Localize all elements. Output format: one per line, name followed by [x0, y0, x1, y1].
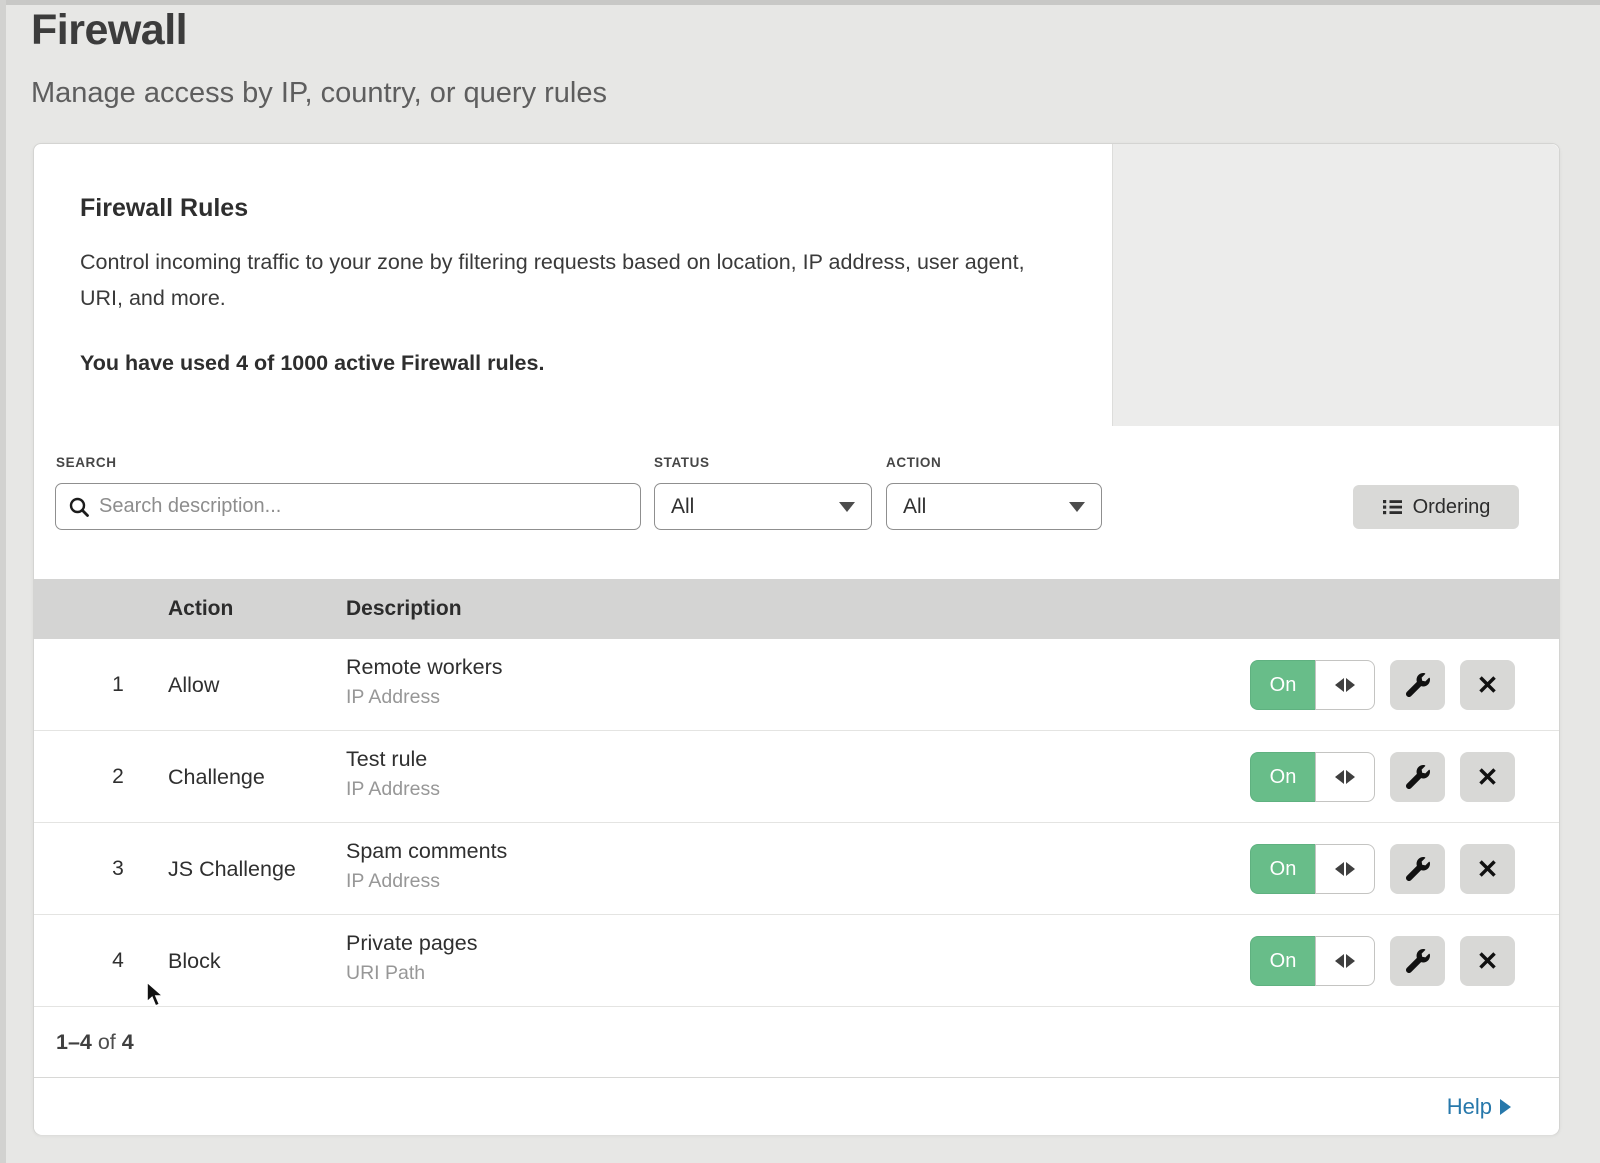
- status-label: STATUS: [654, 455, 710, 470]
- delete-rule-button[interactable]: ✕: [1460, 660, 1515, 710]
- edit-rule-button[interactable]: [1390, 660, 1445, 710]
- rule-description: Private pages: [346, 931, 477, 956]
- wrench-icon: [1406, 857, 1430, 881]
- window-left-edge: [0, 0, 6, 1163]
- rule-description: Spam comments: [346, 839, 507, 864]
- rule-action: Allow: [168, 639, 219, 731]
- left-right-arrows-icon: [1315, 660, 1375, 710]
- column-header-description: Description: [346, 597, 462, 621]
- left-right-arrows-icon: [1315, 844, 1375, 894]
- rules-usage-text: You have used 4 of 1000 active Firewall …: [80, 351, 544, 376]
- wrench-icon: [1406, 673, 1430, 697]
- edit-rule-button[interactable]: [1390, 752, 1445, 802]
- rule-priority: 1: [98, 639, 138, 731]
- delete-rule-button[interactable]: ✕: [1460, 844, 1515, 894]
- rule-enabled-toggle[interactable]: On: [1250, 752, 1375, 802]
- ordering-button-label: Ordering: [1413, 496, 1491, 519]
- table-row: 1 Allow Remote workers IP Address On ✕: [34, 639, 1559, 731]
- edit-rule-button[interactable]: [1390, 844, 1445, 894]
- left-right-arrows-icon: [1315, 752, 1375, 802]
- close-icon: ✕: [1477, 856, 1499, 882]
- search-input[interactable]: [99, 495, 628, 518]
- wrench-icon: [1406, 765, 1430, 789]
- pagination-of: of: [92, 1030, 122, 1054]
- filters-bar: SEARCH STATUS All ACTION All: [34, 426, 1559, 579]
- delete-rule-button[interactable]: ✕: [1460, 936, 1515, 986]
- table-header: Action Description: [34, 579, 1559, 639]
- column-header-action: Action: [168, 597, 233, 621]
- rule-enabled-toggle[interactable]: On: [1250, 936, 1375, 986]
- toggle-on-label: On: [1250, 844, 1315, 894]
- ordered-list-icon: [1382, 497, 1403, 517]
- toggle-on-label: On: [1250, 936, 1315, 986]
- rule-match-type: URI Path: [346, 962, 477, 985]
- firewall-rules-card: Create a Firewall rule Firewall Rules Co…: [33, 143, 1560, 1135]
- status-selected-value: All: [671, 495, 694, 519]
- toggle-on-label: On: [1250, 660, 1315, 710]
- chevron-down-icon: [839, 502, 855, 512]
- search-icon: [68, 496, 90, 518]
- rules-heading: Firewall Rules: [80, 194, 248, 223]
- chevron-down-icon: [1069, 502, 1085, 512]
- search-label: SEARCH: [56, 455, 117, 470]
- help-bar: Help: [34, 1078, 1559, 1135]
- mouse-cursor: [145, 981, 171, 1009]
- pagination-summary: 1–4 of 4: [56, 1030, 134, 1055]
- close-icon: ✕: [1477, 672, 1499, 698]
- window-top-edge: [0, 0, 1600, 5]
- edit-rule-button[interactable]: [1390, 936, 1445, 986]
- table-footer: 1–4 of 4: [34, 1007, 1559, 1078]
- table-row: 3 JS Challenge Spam comments IP Address …: [34, 823, 1559, 915]
- help-link[interactable]: Help: [1447, 1094, 1511, 1120]
- search-box[interactable]: [55, 483, 641, 530]
- delete-rule-button[interactable]: ✕: [1460, 752, 1515, 802]
- rule-action: Challenge: [168, 731, 265, 823]
- rule-match-type: IP Address: [346, 778, 440, 801]
- help-link-label: Help: [1447, 1094, 1492, 1120]
- toggle-on-label: On: [1250, 752, 1315, 802]
- status-select[interactable]: All: [654, 483, 872, 530]
- page-title: Firewall: [31, 6, 187, 55]
- action-selected-value: All: [903, 495, 926, 519]
- right-caret-icon: [1500, 1099, 1511, 1115]
- rule-action: Block: [168, 915, 221, 1007]
- create-rule-panel: Create a Firewall rule: [1112, 144, 1559, 426]
- rule-description: Test rule: [346, 747, 440, 772]
- table-row: 2 Challenge Test rule IP Address On ✕: [34, 731, 1559, 823]
- rules-summary-section: Create a Firewall rule Firewall Rules Co…: [34, 144, 1559, 426]
- wrench-icon: [1406, 949, 1430, 973]
- action-select[interactable]: All: [886, 483, 1102, 530]
- rule-match-type: IP Address: [346, 870, 507, 893]
- rule-priority: 2: [98, 731, 138, 823]
- rules-description: Control incoming traffic to your zone by…: [80, 244, 1030, 316]
- page-subtitle: Manage access by IP, country, or query r…: [31, 77, 607, 110]
- rule-priority: 4: [98, 915, 138, 1007]
- pagination-range: 1–4: [56, 1030, 92, 1054]
- action-label: ACTION: [886, 455, 941, 470]
- rule-description: Remote workers: [346, 655, 503, 680]
- close-icon: ✕: [1477, 764, 1499, 790]
- rule-enabled-toggle[interactable]: On: [1250, 660, 1375, 710]
- pagination-total: 4: [122, 1030, 134, 1054]
- close-icon: ✕: [1477, 948, 1499, 974]
- table-row: 4 Block Private pages URI Path On ✕: [34, 915, 1559, 1007]
- rule-action: JS Challenge: [168, 823, 296, 915]
- rule-enabled-toggle[interactable]: On: [1250, 844, 1375, 894]
- rule-match-type: IP Address: [346, 686, 503, 709]
- ordering-button[interactable]: Ordering: [1353, 485, 1519, 529]
- rule-priority: 3: [98, 823, 138, 915]
- left-right-arrows-icon: [1315, 936, 1375, 986]
